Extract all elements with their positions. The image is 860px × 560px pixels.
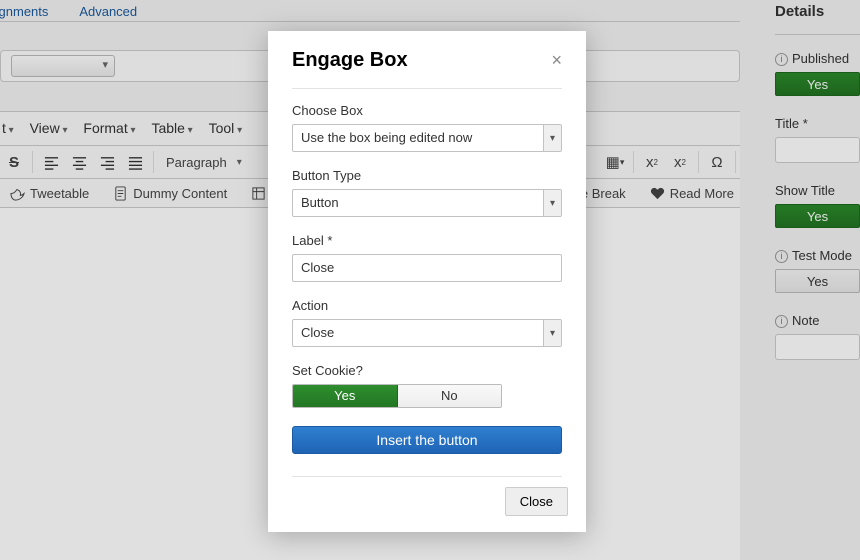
chevron-down-icon: ▾ [543,320,561,346]
set-cookie-label: Set Cookie? [292,363,562,378]
chevron-down-icon: ▾ [543,190,561,216]
label-input[interactable]: Close [292,254,562,282]
action-select[interactable]: Close ▾ [292,319,562,347]
set-cookie-toggle[interactable]: Yes No [292,384,502,408]
close-button[interactable]: Close [505,487,568,516]
close-icon[interactable]: × [551,50,562,71]
action-label: Action [292,298,562,313]
button-type-label: Button Type [292,168,562,183]
insert-button[interactable]: Insert the button [292,426,562,454]
label-field-label: Label * [292,233,562,248]
cookie-yes-option[interactable]: Yes [293,385,398,407]
choose-box-label: Choose Box [292,103,562,118]
chevron-down-icon: ▾ [543,125,561,151]
choose-box-select[interactable]: Use the box being edited now ▾ [292,124,562,152]
modal-title: Engage Box [292,49,408,72]
cookie-no-option[interactable]: No [398,385,502,407]
engage-box-modal: Engage Box × Choose Box Use the box bein… [268,31,586,532]
button-type-select[interactable]: Button ▾ [292,189,562,217]
